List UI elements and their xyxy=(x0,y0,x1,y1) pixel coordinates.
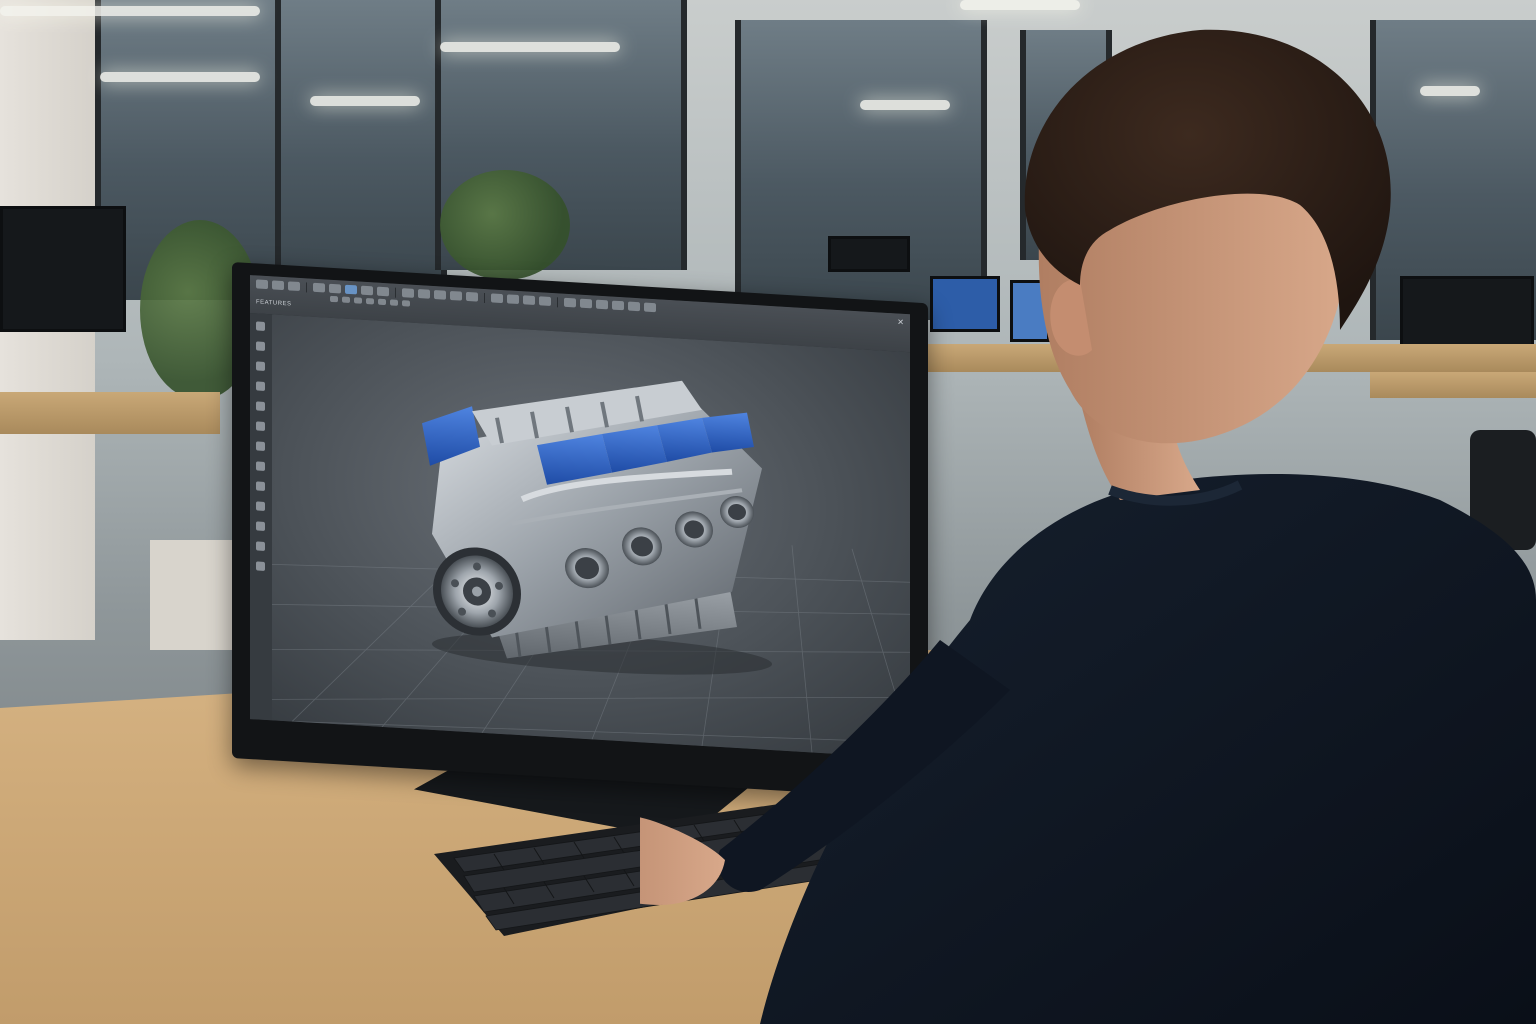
revolve-icon[interactable] xyxy=(377,286,389,297)
office-window xyxy=(275,0,447,290)
section-icon[interactable] xyxy=(539,296,551,306)
toolbar-separator xyxy=(306,282,307,293)
file-icon[interactable] xyxy=(272,280,284,291)
circle-tool-icon[interactable] xyxy=(256,361,265,371)
mate-icon[interactable] xyxy=(507,294,519,305)
trim-tool-icon[interactable] xyxy=(256,461,265,471)
chamfer-icon[interactable] xyxy=(418,289,430,299)
offset-tool-icon[interactable] xyxy=(256,481,265,491)
appearance-icon[interactable] xyxy=(596,299,608,310)
move-tool-icon[interactable] xyxy=(256,501,265,511)
layer-tool-icon[interactable] xyxy=(256,561,265,571)
view-top-icon[interactable] xyxy=(342,296,350,304)
toolbar-separator xyxy=(395,287,396,298)
render-icon[interactable] xyxy=(564,297,576,308)
material-icon[interactable] xyxy=(580,298,592,309)
save-icon[interactable] xyxy=(288,281,300,292)
copy-tool-icon[interactable] xyxy=(256,521,265,531)
background-desk xyxy=(0,392,220,434)
ceiling-light xyxy=(0,6,260,16)
background-monitor xyxy=(0,206,126,332)
zoom-fit-icon[interactable] xyxy=(366,297,374,305)
undo-icon[interactable] xyxy=(313,282,325,293)
toolbar-separator xyxy=(484,292,485,304)
extrude-icon[interactable] xyxy=(361,285,373,296)
drawing-icon[interactable] xyxy=(628,301,640,312)
pattern-icon[interactable] xyxy=(450,290,462,301)
hole-icon[interactable] xyxy=(434,290,446,300)
zoom-icon[interactable] xyxy=(378,298,386,306)
assembly-icon[interactable] xyxy=(491,293,503,304)
office-plant xyxy=(440,170,570,280)
person-at-desk xyxy=(640,29,1536,1024)
sketch-icon[interactable] xyxy=(345,284,357,295)
menu-icon[interactable] xyxy=(256,279,268,290)
ceiling-light xyxy=(440,42,620,52)
dimension-tool-icon[interactable] xyxy=(256,421,265,431)
constraint-tool-icon[interactable] xyxy=(256,441,265,451)
arc-tool-icon[interactable] xyxy=(256,381,265,391)
fillet-icon[interactable] xyxy=(402,288,414,298)
scale-tool-icon[interactable] xyxy=(256,541,265,551)
rotate-icon[interactable] xyxy=(402,300,410,307)
ceiling-light xyxy=(100,72,260,82)
view-iso-icon[interactable] xyxy=(354,297,362,304)
rectangle-tool-icon[interactable] xyxy=(256,401,265,411)
toolbar-separator xyxy=(557,297,558,308)
toolbar-row-main xyxy=(256,279,656,313)
side-tool-column xyxy=(250,313,273,721)
simulation-icon[interactable] xyxy=(612,300,624,311)
measure-icon[interactable] xyxy=(523,295,535,306)
view-front-icon[interactable] xyxy=(330,295,338,303)
feature-tree-label: FEATURES xyxy=(256,299,292,308)
pan-icon[interactable] xyxy=(390,299,398,306)
line-tool-icon[interactable] xyxy=(256,341,265,351)
ceiling-light xyxy=(310,96,420,106)
mirror-icon[interactable] xyxy=(466,291,478,302)
select-tool-icon[interactable] xyxy=(256,321,265,331)
redo-icon[interactable] xyxy=(329,283,341,294)
